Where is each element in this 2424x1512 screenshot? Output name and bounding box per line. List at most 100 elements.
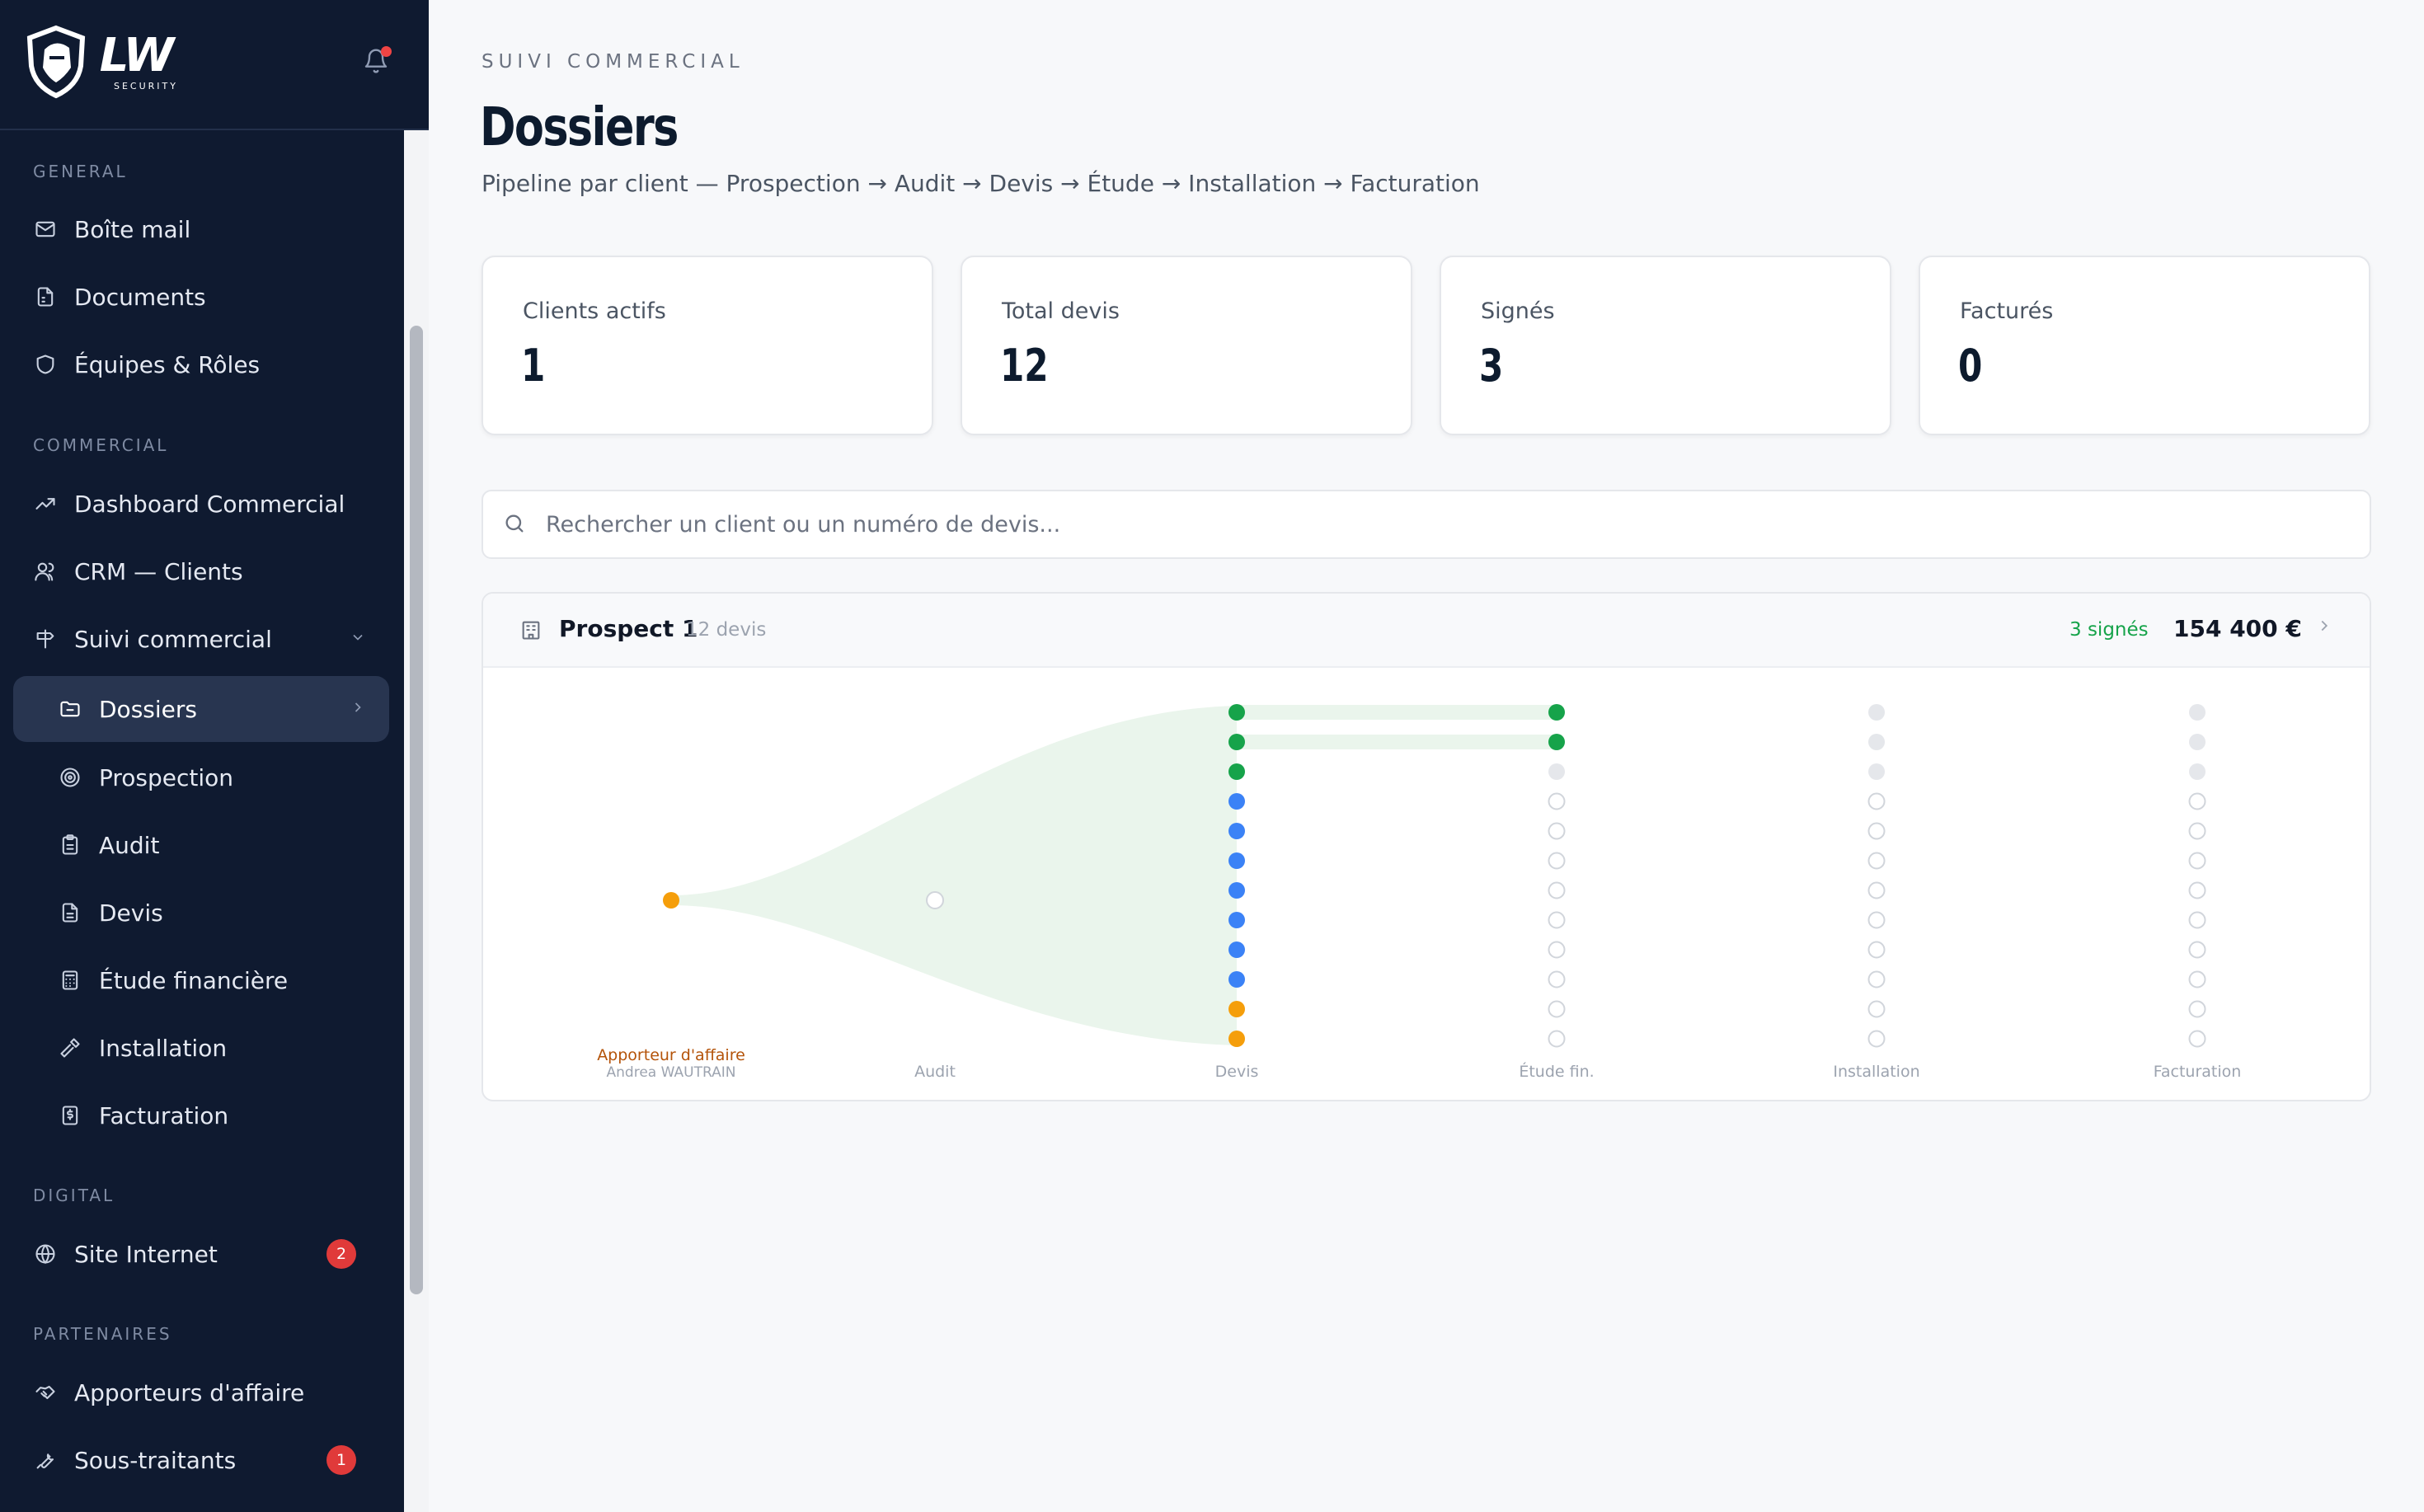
sidebar-item-label: Site Internet	[74, 1240, 218, 1268]
sidebar-item-equipes[interactable]: Équipes & Rôles	[13, 331, 389, 397]
sidebar-item-facturation[interactable]: Facturation	[13, 1082, 389, 1148]
flow-bar	[1237, 705, 1557, 720]
logo-text: LW	[99, 28, 175, 82]
client-pipeline-card: Prospect 1 12 devis 3 signés 154 400 € A…	[482, 592, 2371, 1101]
installation-node[interactable]	[1867, 852, 1886, 870]
devis-node[interactable]	[1228, 941, 1245, 958]
sidebar-item-label: Sous-traitants	[74, 1446, 237, 1474]
etude-node[interactable]	[1548, 763, 1565, 780]
installation-node[interactable]	[1868, 734, 1885, 750]
stat-label: Total devis	[1002, 298, 1120, 324]
installation-node[interactable]	[1867, 1000, 1886, 1018]
facturation-node[interactable]	[2188, 822, 2206, 840]
devis-node[interactable]	[1228, 912, 1245, 928]
facturation-node[interactable]	[2189, 763, 2206, 780]
facturation-node[interactable]	[2188, 911, 2206, 929]
sidebar-item-devis[interactable]: Devis	[13, 880, 389, 946]
file-text-icon	[58, 900, 82, 925]
devis-node[interactable]	[1228, 852, 1245, 869]
installation-node[interactable]	[1867, 911, 1886, 929]
sidebar-item-documents[interactable]: Documents	[13, 264, 389, 330]
devis-node[interactable]	[1228, 704, 1245, 721]
devis-node[interactable]	[1228, 971, 1245, 988]
sidebar-item-crm[interactable]: CRM — Clients	[13, 538, 389, 604]
stage-label: Installation	[1833, 1063, 1919, 1081]
facturation-node[interactable]	[2188, 881, 2206, 899]
etude-node[interactable]	[1548, 1000, 1566, 1018]
stat-label: Facturés	[1960, 298, 2054, 324]
etude-node[interactable]	[1548, 792, 1566, 810]
devis-node[interactable]	[1228, 823, 1245, 839]
etude-node[interactable]	[1548, 1030, 1566, 1048]
sidebar-item-label: Audit	[99, 831, 160, 859]
sidebar-item-site[interactable]: Site Internet 2	[13, 1221, 389, 1287]
notifications-button[interactable]	[363, 46, 392, 74]
chevron-right-icon	[350, 697, 366, 721]
sidebar-item-label: Facturation	[99, 1101, 229, 1129]
installation-node[interactable]	[1867, 941, 1886, 959]
search-input[interactable]	[546, 511, 2277, 538]
sidebar-item-label: Étude financière	[99, 966, 289, 994]
etude-node[interactable]	[1548, 881, 1566, 899]
globe-icon	[33, 1242, 58, 1266]
devis-node[interactable]	[1228, 763, 1245, 780]
sidebar-item-dossiers[interactable]: Dossiers	[13, 676, 389, 742]
stage-label: Devis	[1215, 1063, 1259, 1081]
signed-count: 3 signés	[2069, 619, 2149, 641]
etude-node[interactable]	[1548, 822, 1566, 840]
devis-node[interactable]	[1228, 1001, 1245, 1017]
installation-node[interactable]	[1867, 881, 1886, 899]
facturation-node[interactable]	[2189, 734, 2206, 750]
chevron-right-icon[interactable]	[2315, 617, 2333, 640]
devis-node[interactable]	[1228, 793, 1245, 810]
installation-node[interactable]	[1868, 704, 1885, 721]
etude-node[interactable]	[1548, 734, 1565, 750]
logo[interactable]: LW SECURITY	[23, 25, 178, 99]
installation-node[interactable]	[1867, 792, 1886, 810]
devis-node[interactable]	[1228, 1031, 1245, 1047]
sidebar-item-label: Apporteurs d'affaire	[74, 1378, 305, 1406]
sidebar-item-label: Suivi commercial	[74, 625, 272, 653]
etude-node[interactable]	[1548, 941, 1566, 959]
sidebar-item-etude[interactable]: Étude financière	[13, 947, 389, 1013]
installation-node[interactable]	[1867, 1030, 1886, 1048]
building-icon	[519, 618, 544, 643]
sidebar-scrollbar[interactable]	[410, 326, 423, 1294]
facturation-node[interactable]	[2188, 1030, 2206, 1048]
facturation-node[interactable]	[2188, 1000, 2206, 1018]
sidebar-item-mail[interactable]: Boîte mail	[13, 196, 389, 262]
facturation-node[interactable]	[2188, 970, 2206, 988]
sidebar-item-audit[interactable]: Audit	[13, 812, 389, 878]
sidebar-item-suivi[interactable]: Suivi commercial	[13, 606, 389, 672]
sidebar-item-sous-traitants[interactable]: Sous-traitants 1	[13, 1427, 389, 1493]
etude-node[interactable]	[1548, 970, 1566, 988]
sidebar-item-installation[interactable]: Installation	[13, 1015, 389, 1081]
installation-node[interactable]	[1868, 763, 1885, 780]
stat-card-factures: Facturés 0	[1919, 256, 2370, 435]
stat-card-clients: Clients actifs 1	[482, 256, 933, 435]
etude-node[interactable]	[1548, 852, 1566, 870]
facturation-node[interactable]	[2188, 941, 2206, 959]
client-devis-count: 12 devis	[686, 619, 767, 641]
sidebar-item-apporteurs[interactable]: Apporteurs d'affaire	[13, 1359, 389, 1425]
sidebar-item-prospection[interactable]: Prospection	[13, 744, 389, 810]
client-name: Prospect 1	[559, 615, 698, 642]
source-node[interactable]	[663, 892, 679, 909]
client-pipeline-header[interactable]: Prospect 1 12 devis 3 signés 154 400 €	[483, 594, 2370, 668]
etude-node[interactable]	[1548, 911, 1566, 929]
facturation-node[interactable]	[2188, 792, 2206, 810]
etude-node[interactable]	[1548, 704, 1565, 721]
stage-label: Facturation	[2154, 1063, 2242, 1081]
installation-node[interactable]	[1867, 822, 1886, 840]
signpost-icon	[33, 627, 58, 651]
installation-node[interactable]	[1867, 970, 1886, 988]
facturation-node[interactable]	[2188, 852, 2206, 870]
folder-icon	[58, 697, 82, 721]
sidebar-item-dashboard[interactable]: Dashboard Commercial	[13, 471, 389, 537]
audit-node[interactable]	[926, 891, 944, 909]
devis-node[interactable]	[1228, 734, 1245, 750]
stat-label: Signés	[1481, 298, 1555, 324]
devis-node[interactable]	[1228, 882, 1245, 899]
stat-value: 0	[1958, 340, 1983, 392]
facturation-node[interactable]	[2189, 704, 2206, 721]
